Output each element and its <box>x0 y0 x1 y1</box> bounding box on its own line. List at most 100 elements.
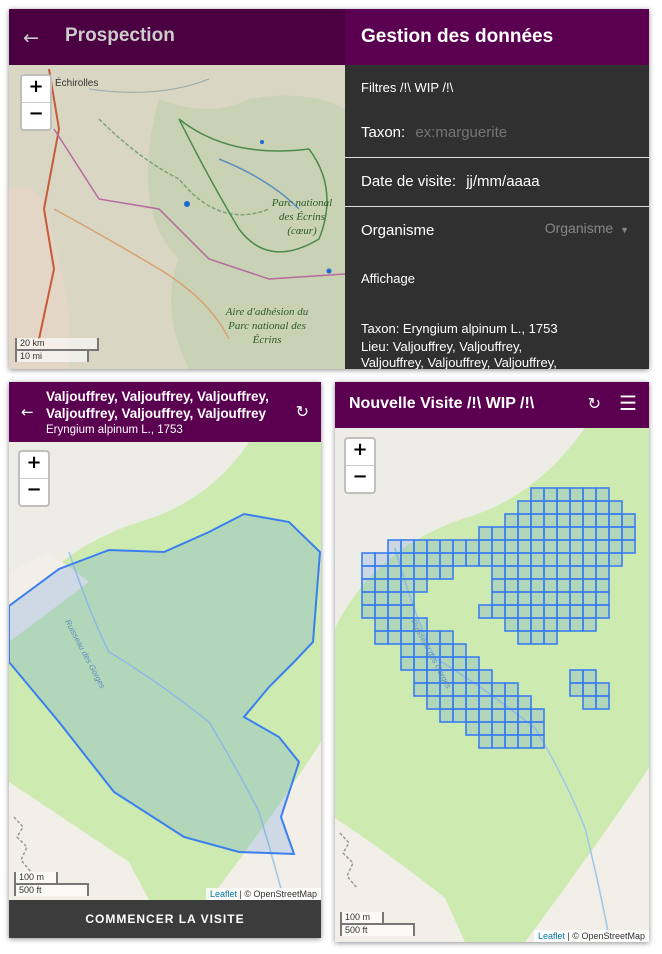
grid-cell[interactable] <box>426 552 441 567</box>
grid-cell[interactable] <box>413 669 428 684</box>
grid-cell[interactable] <box>491 526 506 541</box>
grid-cell[interactable] <box>452 552 467 567</box>
grid-cell[interactable] <box>413 656 428 671</box>
grid-cell[interactable] <box>400 539 415 554</box>
grid-cell[interactable] <box>543 617 558 632</box>
grid-cell[interactable] <box>595 604 610 619</box>
grid-cell[interactable] <box>387 552 402 567</box>
grid-cell[interactable] <box>439 565 454 580</box>
grid-cell[interactable] <box>504 604 519 619</box>
grid-cell[interactable] <box>543 487 558 502</box>
grid-cell[interactable] <box>504 513 519 528</box>
grid-cell[interactable] <box>556 552 571 567</box>
grid-cell[interactable] <box>556 617 571 632</box>
grid-cell[interactable] <box>556 539 571 554</box>
grid-cell[interactable] <box>543 500 558 515</box>
grid-cell[interactable] <box>595 552 610 567</box>
grid-cell[interactable] <box>387 565 402 580</box>
grid-cell[interactable] <box>543 578 558 593</box>
grid-cell[interactable] <box>478 604 493 619</box>
grid-cell[interactable] <box>452 539 467 554</box>
grid-cell[interactable] <box>426 539 441 554</box>
grid-cell[interactable] <box>582 669 597 684</box>
grid-cell[interactable] <box>439 708 454 723</box>
grid-cell[interactable] <box>491 721 506 736</box>
grid-cell[interactable] <box>556 604 571 619</box>
grid-cell[interactable] <box>530 617 545 632</box>
grid-cell[interactable] <box>439 695 454 710</box>
grid-cell[interactable] <box>582 552 597 567</box>
grid-cell[interactable] <box>465 669 480 684</box>
grid-cell[interactable] <box>465 552 480 567</box>
grid-cell[interactable] <box>530 708 545 723</box>
grid-cell[interactable] <box>387 591 402 606</box>
grid-cell[interactable] <box>478 682 493 697</box>
grid-cell[interactable] <box>517 695 532 710</box>
zoom-out-button[interactable]: − <box>346 465 374 492</box>
grid-cell[interactable] <box>595 695 610 710</box>
grid-cell[interactable] <box>400 565 415 580</box>
grid-cell[interactable] <box>452 682 467 697</box>
grid-cell[interactable] <box>543 513 558 528</box>
grid-cell[interactable] <box>491 734 506 749</box>
grid-cell[interactable] <box>582 695 597 710</box>
grid-cell[interactable] <box>374 565 389 580</box>
start-visit-button[interactable]: COMMENCER LA VISITE <box>9 900 321 938</box>
grid-cell[interactable] <box>465 682 480 697</box>
leaflet-link[interactable]: Leaflet <box>210 889 237 899</box>
grid-cell[interactable] <box>361 591 376 606</box>
grid-cell[interactable] <box>439 552 454 567</box>
grid-cell[interactable] <box>530 539 545 554</box>
grid-cell[interactable] <box>543 565 558 580</box>
grid-cell[interactable] <box>452 656 467 671</box>
grid-cell[interactable] <box>621 513 636 528</box>
site-map[interactable]: Ruisseau des Gorges + − 100 m 500 ft Lea… <box>9 442 321 900</box>
grid-cell[interactable] <box>621 526 636 541</box>
grid-cell[interactable] <box>569 682 584 697</box>
grid-cell[interactable] <box>465 708 480 723</box>
grid-cell[interactable] <box>569 604 584 619</box>
grid-cell[interactable] <box>491 682 506 697</box>
grid-cell[interactable] <box>387 604 402 619</box>
grid-cell[interactable] <box>374 552 389 567</box>
grid-cell[interactable] <box>530 552 545 567</box>
grid-cell[interactable] <box>491 565 506 580</box>
grid-cell[interactable] <box>582 578 597 593</box>
taxon-input[interactable] <box>413 123 588 142</box>
grid-cell[interactable] <box>543 526 558 541</box>
grid-cell[interactable] <box>491 578 506 593</box>
organisme-select[interactable]: Organisme ▼ <box>545 220 629 236</box>
grid-cell[interactable] <box>582 565 597 580</box>
grid-cell[interactable] <box>465 721 480 736</box>
grid-cell[interactable] <box>595 591 610 606</box>
zoom-in-button[interactable]: + <box>346 439 374 465</box>
zoom-in-button[interactable]: + <box>22 76 50 102</box>
grid-cell[interactable] <box>569 565 584 580</box>
grid-cell[interactable] <box>504 591 519 606</box>
grid-cell[interactable] <box>556 578 571 593</box>
grid-cell[interactable] <box>465 656 480 671</box>
grid-cell[interactable] <box>400 656 415 671</box>
grid-cell[interactable] <box>595 539 610 554</box>
grid-cell[interactable] <box>543 604 558 619</box>
visite-map[interactable]: Ruisseau des Gorges + − 100 m 500 ft Lea… <box>335 428 649 942</box>
grid-cell[interactable] <box>582 513 597 528</box>
grid-cell[interactable] <box>569 487 584 502</box>
grid-cell[interactable] <box>504 734 519 749</box>
zoom-in-button[interactable]: + <box>20 452 48 478</box>
grid-cell[interactable] <box>491 695 506 710</box>
grid-cell[interactable] <box>530 526 545 541</box>
grid-cell[interactable] <box>569 591 584 606</box>
grid-cell[interactable] <box>465 539 480 554</box>
grid-cell[interactable] <box>426 682 441 697</box>
grid-cell[interactable] <box>517 591 532 606</box>
grid-cell[interactable] <box>452 708 467 723</box>
grid-cell[interactable] <box>608 539 623 554</box>
grid-cell[interactable] <box>387 578 402 593</box>
grid-cell[interactable] <box>543 552 558 567</box>
grid-cell[interactable] <box>608 526 623 541</box>
grid-cell[interactable] <box>595 487 610 502</box>
grid-cell[interactable] <box>387 539 402 554</box>
grid-cell[interactable] <box>504 552 519 567</box>
grid-cell[interactable] <box>530 721 545 736</box>
